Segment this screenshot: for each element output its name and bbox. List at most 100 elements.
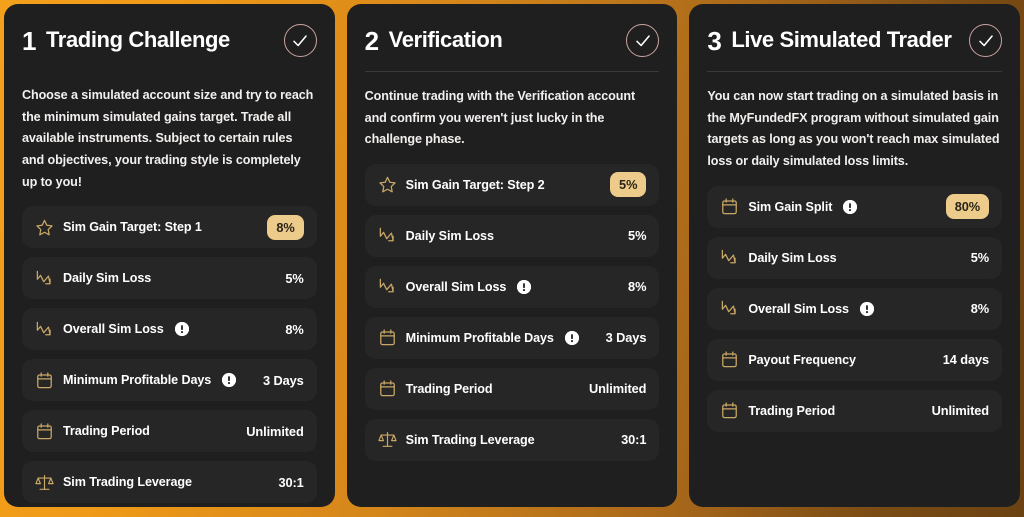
calendar-icon: [720, 350, 739, 369]
calendar-icon: [720, 401, 739, 420]
scales-icon: [35, 473, 54, 492]
spec-value: 5%: [285, 270, 304, 286]
spec-label: Daily Sim Loss: [748, 250, 837, 265]
spec-label: Overall Sim Loss: [748, 301, 849, 316]
info-icon[interactable]: [222, 373, 237, 388]
step-card-3: 3 Live Simulated Trader You can now start …: [689, 4, 1021, 507]
spec-row[interactable]: Overall Sim Loss 8%: [707, 287, 1003, 330]
spec-row[interactable]: Daily Sim Loss 5%: [22, 257, 317, 300]
header-divider: [707, 71, 1003, 72]
spec-label: Overall Sim Loss: [63, 322, 164, 337]
step-number: 2: [364, 25, 379, 56]
star-icon: [378, 175, 397, 194]
spec-value: 30:1: [621, 432, 647, 448]
spec-label: Daily Sim Loss: [63, 271, 152, 286]
spec-list: Sim Gain Split 80% Daily Sim Loss 5% Overall…: [707, 185, 1003, 432]
loss-chart-icon: [35, 320, 54, 339]
spec-label: Overall Sim Loss: [405, 279, 507, 294]
card-header: 2 Verification: [365, 24, 660, 71]
info-icon[interactable]: [517, 279, 532, 294]
spec-value: 8%: [970, 301, 990, 317]
step-card-1: 1 Trading Challenge Choose a simulated acc…: [4, 4, 335, 507]
spec-row[interactable]: Minimum Profitable Days 3 Days: [22, 359, 317, 402]
spec-label: Sim Trading Leverage: [63, 475, 192, 490]
spec-row[interactable]: Daily Sim Loss 5%: [364, 214, 660, 257]
info-icon[interactable]: [843, 199, 858, 214]
spec-label: Sim Trading Leverage: [405, 432, 535, 447]
spec-value: 30:1: [278, 474, 304, 490]
spec-row[interactable]: Sim Gain Split 80%: [707, 185, 1003, 228]
spec-row[interactable]: Trading Period Unlimited: [707, 389, 1003, 432]
card-title: Live Simulated Trader: [731, 27, 952, 53]
spec-value-badge: 80%: [945, 194, 990, 220]
card-spacer: [365, 461, 660, 493]
calendar-icon: [720, 197, 739, 216]
loss-chart-icon: [35, 269, 54, 288]
spec-value: Unlimited: [246, 423, 304, 439]
card-description: You can now start trading on a simulated…: [707, 89, 1000, 168]
calendar-icon: [35, 371, 54, 390]
loss-chart-icon: [720, 299, 739, 318]
info-icon[interactable]: [859, 301, 874, 316]
spec-value: 5%: [970, 250, 990, 266]
spec-row[interactable]: Sim Trading Leverage 30:1: [364, 418, 660, 461]
spec-value: 14 days: [942, 352, 990, 368]
spec-row[interactable]: Overall Sim Loss 8%: [364, 265, 660, 308]
star-icon: [35, 218, 54, 237]
card-description: Continue trading with the Verification a…: [364, 89, 636, 147]
spec-label: Sim Gain Target: Step 2: [405, 177, 545, 192]
spec-label: Trading Period: [63, 424, 150, 439]
step-card-2: 2 Verification Continue trading with the V…: [346, 4, 678, 507]
spec-row[interactable]: Sim Trading Leverage 30:1: [22, 461, 317, 504]
spec-label: Payout Frequency: [748, 352, 856, 367]
check-icon: [626, 24, 660, 57]
spec-row[interactable]: Trading Period Unlimited: [364, 367, 660, 410]
spec-row[interactable]: Trading Period Unlimited: [22, 410, 317, 453]
card-header: 3 Live Simulated Trader: [707, 24, 1003, 71]
card-title: Verification: [388, 27, 503, 53]
spec-row[interactable]: Minimum Profitable Days 3 Days: [364, 316, 660, 359]
check-icon: [969, 24, 1003, 57]
spec-value: 8%: [628, 279, 647, 295]
spec-row[interactable]: Sim Gain Target: Step 2 5%: [364, 163, 660, 206]
loss-chart-icon: [378, 226, 397, 245]
info-icon[interactable]: [564, 330, 579, 345]
calendar-icon: [378, 379, 397, 398]
spec-label: Sim Gain Target: Step 1: [63, 220, 202, 235]
spec-label: Minimum Profitable Days: [63, 373, 212, 388]
card-spacer: [707, 432, 1002, 493]
spec-value-badge: 5%: [610, 172, 647, 198]
spec-row[interactable]: Payout Frequency 14 days: [707, 338, 1003, 381]
spec-row[interactable]: Overall Sim Loss 8%: [22, 308, 317, 351]
header-divider: [364, 71, 660, 72]
card-header: 1 Trading Challenge: [22, 24, 317, 71]
spec-value: Unlimited: [931, 403, 990, 419]
loss-chart-icon: [720, 248, 739, 267]
card-description: Choose a simulated account size and try …: [22, 88, 314, 189]
step-number: 3: [707, 25, 722, 56]
spec-list: Sim Gain Target: Step 1 8% Daily Sim Loss 5…: [22, 206, 317, 504]
spec-label: Daily Sim Loss: [405, 228, 494, 243]
spec-label: Trading Period: [405, 381, 493, 396]
spec-label: Sim Gain Split: [748, 199, 833, 214]
spec-label: Trading Period: [748, 403, 836, 418]
spec-row[interactable]: Daily Sim Loss 5%: [707, 236, 1003, 279]
scales-icon: [378, 430, 397, 449]
spec-row[interactable]: Sim Gain Target: Step 1 8%: [22, 206, 317, 249]
spec-value: 8%: [285, 321, 304, 337]
calendar-icon: [35, 422, 54, 441]
step-number: 1: [22, 25, 36, 56]
spec-value-badge: 8%: [267, 214, 304, 240]
plan-steps-board: 1 Trading Challenge Choose a simulated acc…: [0, 0, 1024, 517]
spec-label: Minimum Profitable Days: [405, 330, 554, 345]
spec-value: 3 Days: [605, 330, 647, 346]
spec-list: Sim Gain Target: Step 2 5% Daily Sim Loss 5…: [364, 163, 660, 461]
check-icon: [283, 24, 317, 57]
calendar-icon: [378, 328, 397, 347]
info-icon[interactable]: [174, 322, 189, 337]
spec-value: Unlimited: [588, 381, 647, 397]
spec-value: 5%: [628, 228, 647, 244]
card-title: Trading Challenge: [45, 27, 230, 53]
loss-chart-icon: [378, 277, 397, 296]
spec-value: 3 Days: [263, 372, 304, 388]
